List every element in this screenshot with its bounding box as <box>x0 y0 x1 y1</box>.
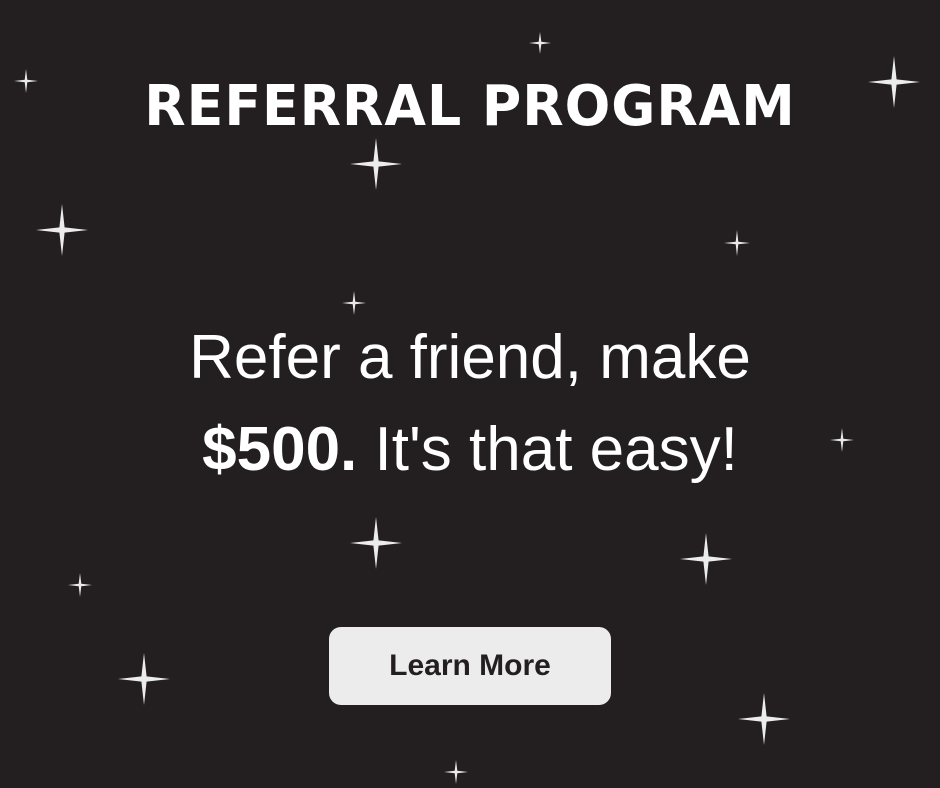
headline-text-line2: It's that easy! <box>357 415 738 484</box>
sparkle-icon <box>830 428 854 452</box>
sparkle-icon <box>350 138 402 190</box>
banner-title: REFERRAL PROGRAM <box>144 74 796 139</box>
sparkle-icon <box>350 517 402 569</box>
sparkle-icon <box>738 693 790 745</box>
sparkle-icon <box>118 653 170 705</box>
sparkle-icon <box>529 32 551 54</box>
sparkle-icon <box>724 230 750 256</box>
sparkle-icon <box>342 291 366 315</box>
sparkle-icon <box>36 204 88 256</box>
sparkle-icon <box>68 573 92 597</box>
reward-amount: $500. <box>202 415 358 484</box>
sparkle-icon <box>14 69 38 93</box>
banner-headline: Refer a friend, make $500. It's that eas… <box>0 312 940 496</box>
sparkle-icon <box>680 533 732 585</box>
sparkle-icon <box>444 760 468 784</box>
headline-text-line1: Refer a friend, make <box>189 323 751 392</box>
referral-banner: REFERRAL PROGRAM Refer a friend, make $5… <box>0 0 940 788</box>
learn-more-button[interactable]: Learn More <box>329 627 611 705</box>
sparkle-icon <box>868 56 920 108</box>
